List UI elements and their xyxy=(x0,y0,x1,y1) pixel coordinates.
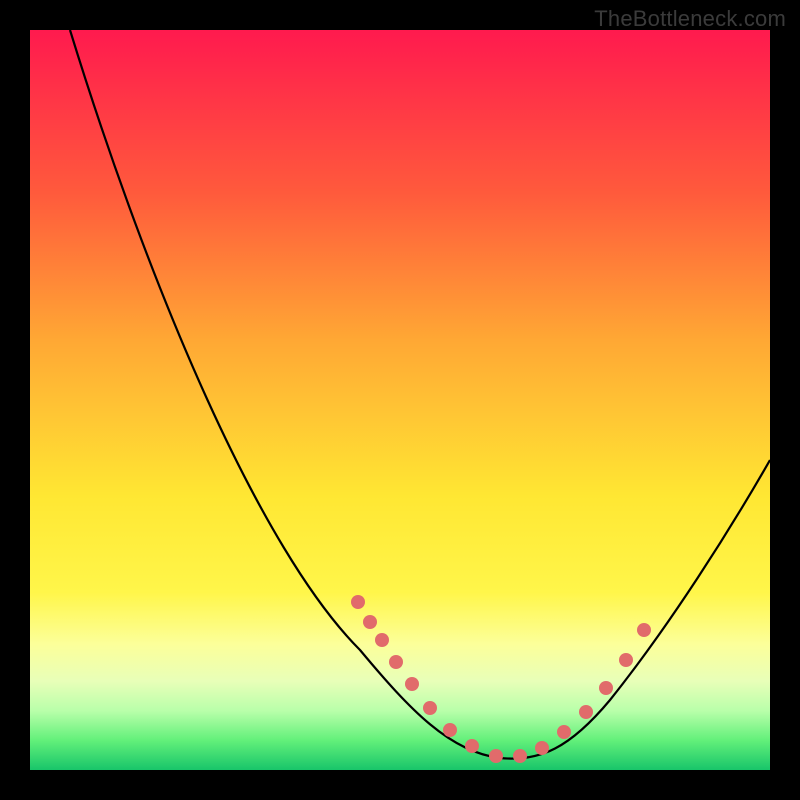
chart-frame: TheBottleneck.com xyxy=(0,0,800,800)
bottleneck-curve xyxy=(70,30,770,759)
curve-svg xyxy=(30,30,770,770)
highlight-dots xyxy=(351,595,651,763)
watermark-text: TheBottleneck.com xyxy=(594,6,786,32)
plot-area xyxy=(30,30,770,770)
